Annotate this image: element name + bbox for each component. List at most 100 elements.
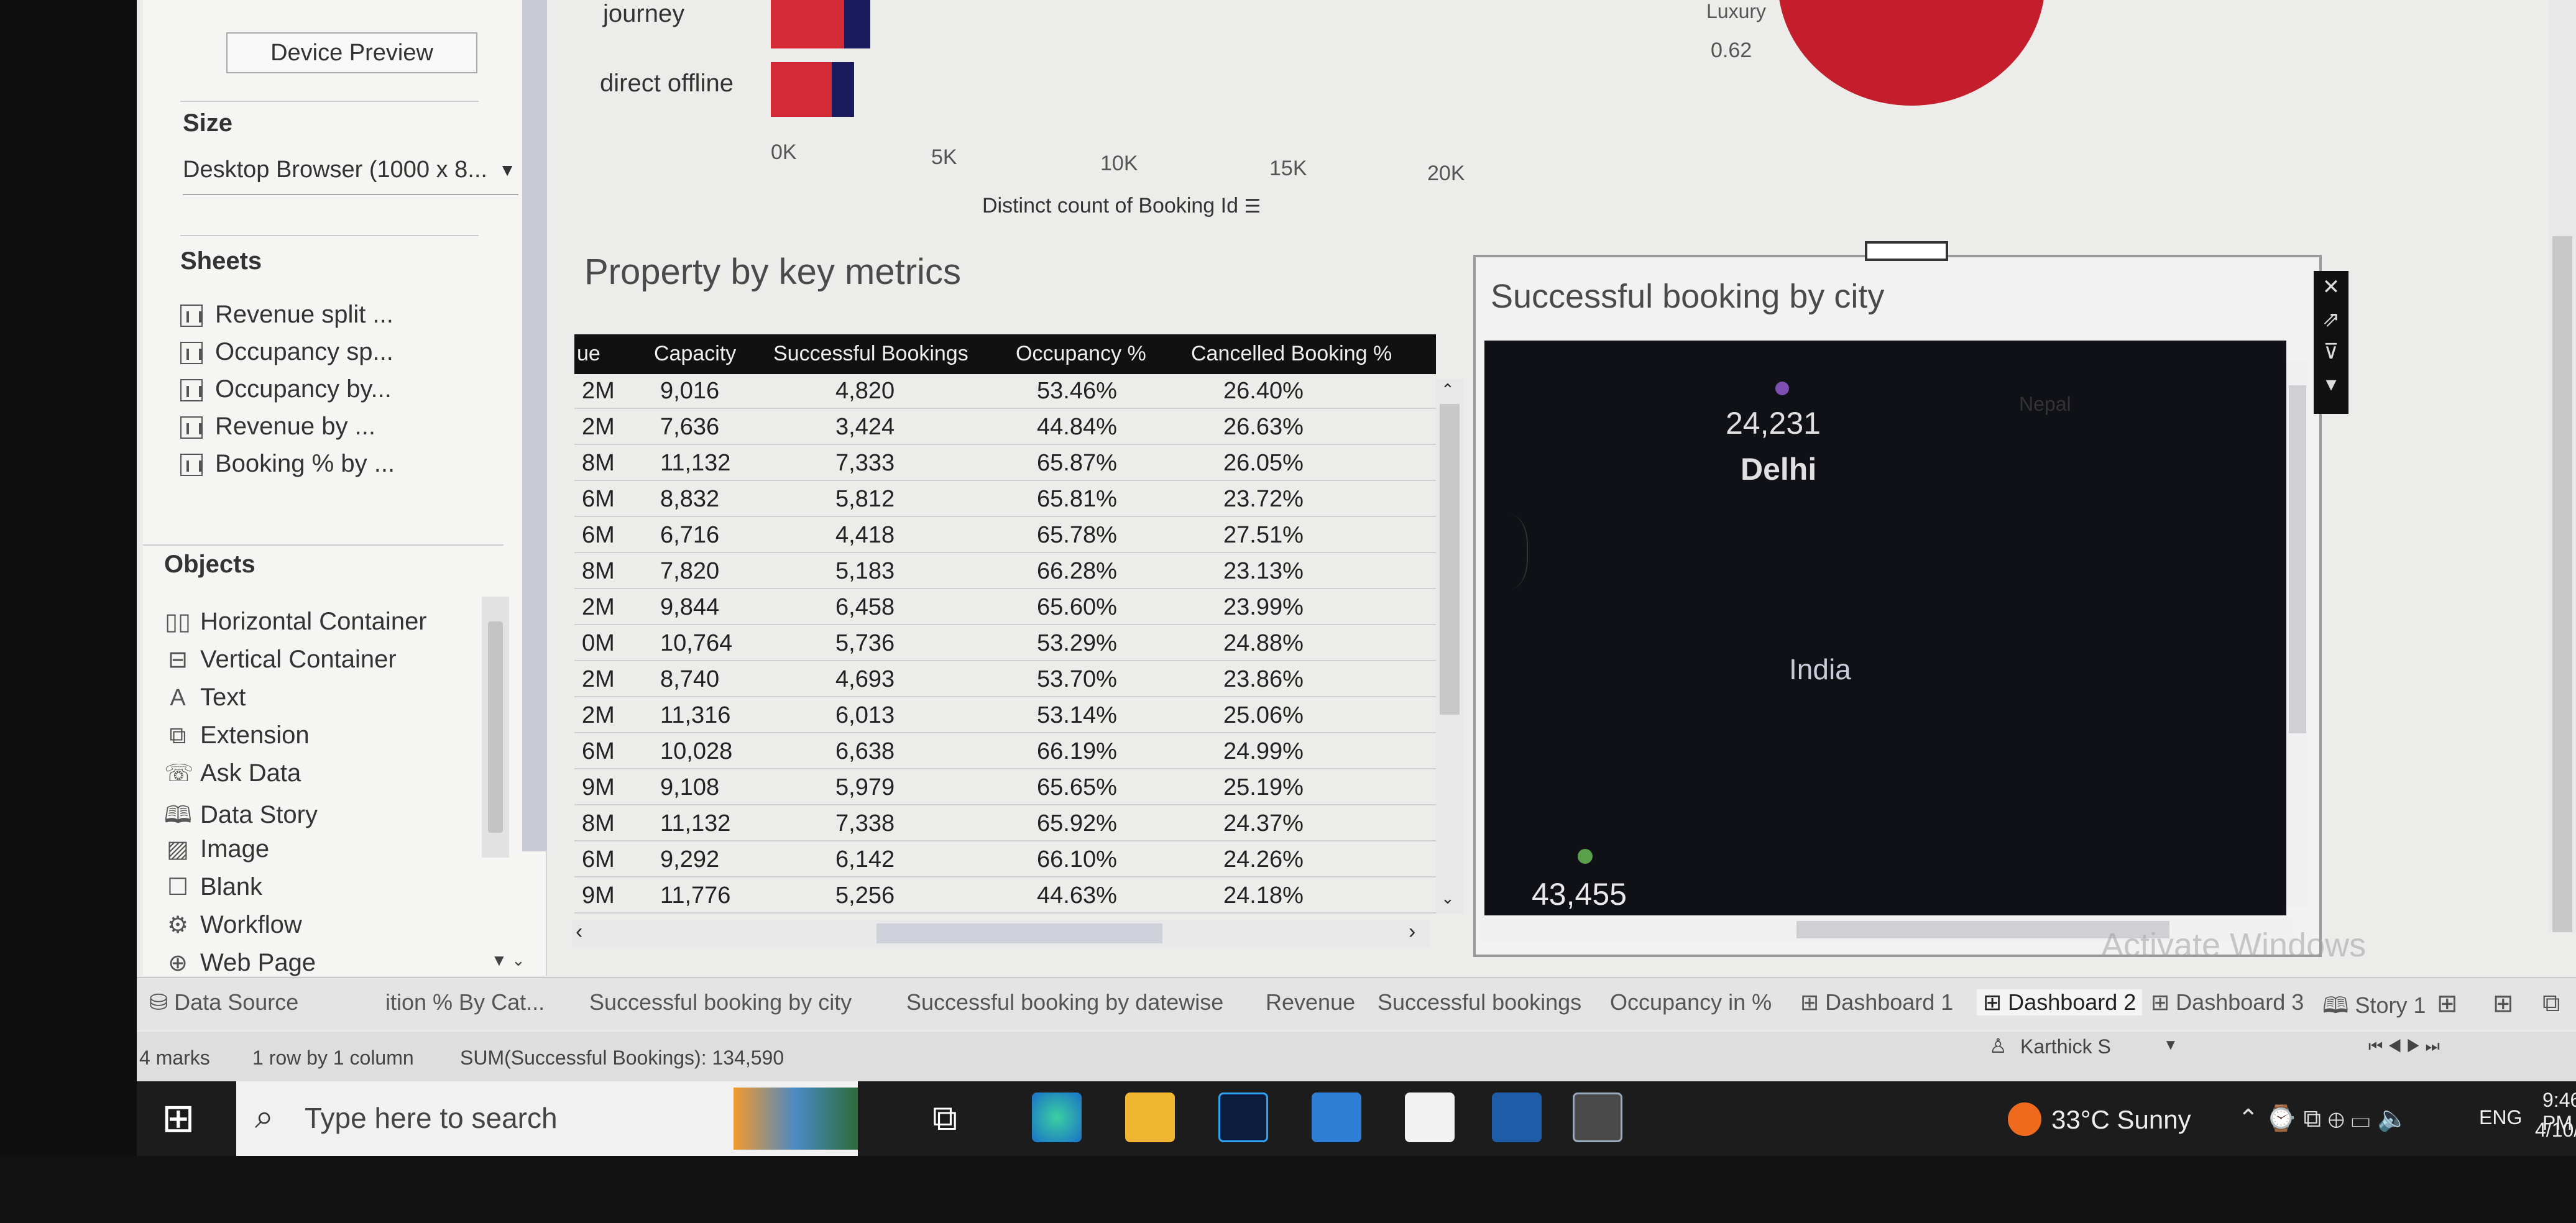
scroll-left-icon[interactable]: ‹: [576, 920, 582, 944]
tab-sheet[interactable]: Occupancy in %: [1610, 989, 1772, 1015]
object-item[interactable]: A Text: [164, 684, 427, 721]
microsoft-store-icon[interactable]: [1405, 1092, 1455, 1142]
object-item[interactable]: ⚙ Workflow: [164, 911, 427, 949]
tab-sheet[interactable]: Successful bookings: [1378, 989, 1581, 1015]
tab-dashboard[interactable]: ⊞ Dashboard 3: [2151, 989, 2304, 1015]
tab-story[interactable]: 🕮 Story 1: [2322, 989, 2426, 1027]
object-item[interactable]: ☐ Blank: [164, 873, 427, 911]
new-dashboard-icon[interactable]: ⊞: [2493, 989, 2514, 1018]
tableau-icon[interactable]: [1573, 1092, 1622, 1142]
scroll-right-icon[interactable]: ›: [1409, 920, 1415, 944]
map-canvas[interactable]: Nepal 24,231 Delhi India 43,455: [1484, 341, 2286, 915]
new-story-icon[interactable]: ⧉: [2542, 989, 2560, 1017]
scroll-up-icon[interactable]: ⌃: [1441, 380, 1455, 400]
table-row[interactable]: 2M 8,740 4,693 53.70% 23.86%: [574, 661, 1436, 697]
table-row[interactable]: 6M 10,028 6,638 66.19% 24.99%: [574, 733, 1436, 769]
table-vertical-scrollbar[interactable]: [1436, 379, 1463, 914]
language-indicator[interactable]: ENG: [2479, 1106, 2522, 1129]
table-row[interactable]: 8M 11,132 7,338 65.92% 24.37%: [574, 805, 1436, 841]
new-sheet-icon[interactable]: ⊞: [2437, 989, 2458, 1018]
menu-down-icon[interactable]: ▾: [2314, 368, 2348, 400]
bar-direct-offline[interactable]: [771, 62, 832, 117]
edge-browser-icon[interactable]: [1032, 1092, 1082, 1142]
scrollbar-thumb[interactable]: [1440, 404, 1460, 715]
sheet-item[interactable]: Occupancy by...: [180, 375, 395, 413]
filter-icon[interactable]: ⊽: [2314, 336, 2348, 368]
mail-icon[interactable]: [1312, 1092, 1361, 1142]
tab-sheet[interactable]: ition % By Cat...: [385, 989, 545, 1015]
scrollbar-thumb[interactable]: [488, 621, 503, 833]
col-header[interactable]: Cancelled Booking %: [1191, 342, 1392, 366]
device-preview-button[interactable]: Device Preview: [226, 32, 477, 73]
object-item[interactable]: ⧉ Extension: [164, 721, 427, 759]
table-row[interactable]: 9M 11,776 5,256 44.63% 24.18%: [574, 877, 1436, 914]
chevron-down-icon[interactable]: ▼ ⌄: [491, 951, 525, 970]
objects-scrollbar[interactable]: [482, 597, 509, 858]
size-select[interactable]: Desktop Browser (1000 x 8... ▼: [183, 154, 518, 195]
page-scrollbar[interactable]: [2549, 0, 2576, 932]
system-tray-icons[interactable]: ⌃ ⌚ ⧉ ⊕ ▭ 🔈: [2238, 1104, 2408, 1133]
sheet-item[interactable]: Revenue by ...: [180, 413, 395, 450]
table-row[interactable]: 6M 6,716 4,418 65.78% 27.51%: [574, 517, 1436, 553]
tab-sheet[interactable]: Revenue: [1266, 989, 1355, 1015]
col-header[interactable]: Occupancy %: [1016, 342, 1146, 366]
user-name[interactable]: Karthick S: [2020, 1035, 2111, 1058]
object-item[interactable]: 🕮 Data Story: [164, 797, 427, 835]
sheet-navigation-icons[interactable]: ⏮ ◀ ▶ ⏭: [2368, 1037, 2440, 1056]
taskbar-search-box[interactable]: ⌕ Type here to search: [236, 1081, 858, 1156]
sheet-item[interactable]: Occupancy sp...: [180, 338, 395, 375]
user-menu-chevron-icon[interactable]: ▼: [2163, 1037, 2178, 1054]
col-header[interactable]: ue: [577, 342, 600, 366]
bar-journey-secondary[interactable]: [844, 0, 870, 48]
task-view-icon[interactable]: ⧉: [932, 1097, 957, 1139]
sort-icon[interactable]: ☰: [1244, 196, 1261, 217]
scrollbar-thumb[interactable]: [876, 923, 1162, 943]
sheet-item[interactable]: Booking % by ...: [180, 450, 395, 487]
table-row[interactable]: 2M 9,016 4,820 53.46% 26.40%: [574, 373, 1436, 409]
delhi-marker[interactable]: [1775, 382, 1789, 395]
south-marker[interactable]: [1578, 849, 1593, 864]
bar-direct-offline-secondary[interactable]: [832, 62, 854, 117]
file-explorer-icon[interactable]: [1125, 1092, 1175, 1142]
close-icon[interactable]: ✕: [2314, 271, 2348, 303]
scrollbar-thumb[interactable]: [2289, 385, 2306, 733]
table-row[interactable]: 6M 8,832 5,812 65.81% 23.72%: [574, 481, 1436, 517]
table-row[interactable]: 8M 7,820 5,183 66.28% 23.13%: [574, 553, 1436, 589]
col-header[interactable]: Successful Bookings: [773, 342, 968, 366]
map-vertical-scrollbar[interactable]: [2286, 360, 2309, 907]
panel-grip-handle[interactable]: [1865, 241, 1948, 261]
tab-sheet[interactable]: Successful booking by city: [589, 989, 852, 1015]
object-label: Image: [200, 835, 270, 863]
weather-text[interactable]: 33°C Sunny: [2051, 1105, 2191, 1135]
app-icon[interactable]: [1492, 1092, 1542, 1142]
table-row[interactable]: 0M 10,764 5,736 53.29% 24.88%: [574, 625, 1436, 661]
size-value: Desktop Browser (1000 x 8...: [183, 157, 487, 183]
bar-axis-label: Distinct count of Booking Id ☰: [982, 194, 1261, 218]
table-row[interactable]: 9M 9,108 5,979 65.65% 25.19%: [574, 769, 1436, 805]
scrollbar-thumb[interactable]: [2552, 236, 2572, 932]
open-in-new-icon[interactable]: ⇗: [2314, 303, 2348, 336]
windows-start-icon[interactable]: ⊞: [162, 1095, 195, 1142]
table-row[interactable]: 6M 9,292 6,142 66.10% 24.26%: [574, 841, 1436, 877]
object-item[interactable]: ☏ Ask Data: [164, 759, 427, 797]
scroll-down-icon[interactable]: ⌄: [1441, 889, 1455, 908]
object-item[interactable]: ⊟ Vertical Container: [164, 646, 427, 684]
table-row[interactable]: 2M 7,636 3,424 44.84% 26.63%: [574, 409, 1436, 445]
dashboard-icon: ⊞: [1983, 989, 2008, 1015]
objects-header: Objects: [164, 551, 255, 578]
tab-data-source[interactable]: ⛁ Data Source: [149, 989, 298, 1015]
col-header[interactable]: Capacity: [654, 342, 736, 366]
tab-dashboard[interactable]: ⊞ Dashboard 1: [1800, 989, 1953, 1015]
bar-journey[interactable]: [771, 0, 844, 48]
sheet-item[interactable]: Revenue split ...: [180, 301, 395, 338]
photoshop-icon[interactable]: [1218, 1092, 1268, 1142]
tab-sheet[interactable]: Successful booking by datewise: [906, 989, 1223, 1015]
table-horizontal-scrollbar[interactable]: ‹ ›: [572, 920, 1430, 947]
object-item[interactable]: ▨ Image: [164, 835, 427, 873]
tab-dashboard-active[interactable]: ⊞ Dashboard 2: [1977, 989, 2143, 1015]
clock-date[interactable]: 4/10/2023: [2535, 1119, 2576, 1142]
table-row[interactable]: 8M 11,132 7,333 65.87% 26.05%: [574, 445, 1436, 481]
table-row[interactable]: 2M 9,844 6,458 65.60% 23.99%: [574, 589, 1436, 625]
table-row[interactable]: 2M 11,316 6,013 53.14% 25.06%: [574, 697, 1436, 733]
object-item[interactable]: ▯▯ Horizontal Container: [164, 608, 427, 646]
